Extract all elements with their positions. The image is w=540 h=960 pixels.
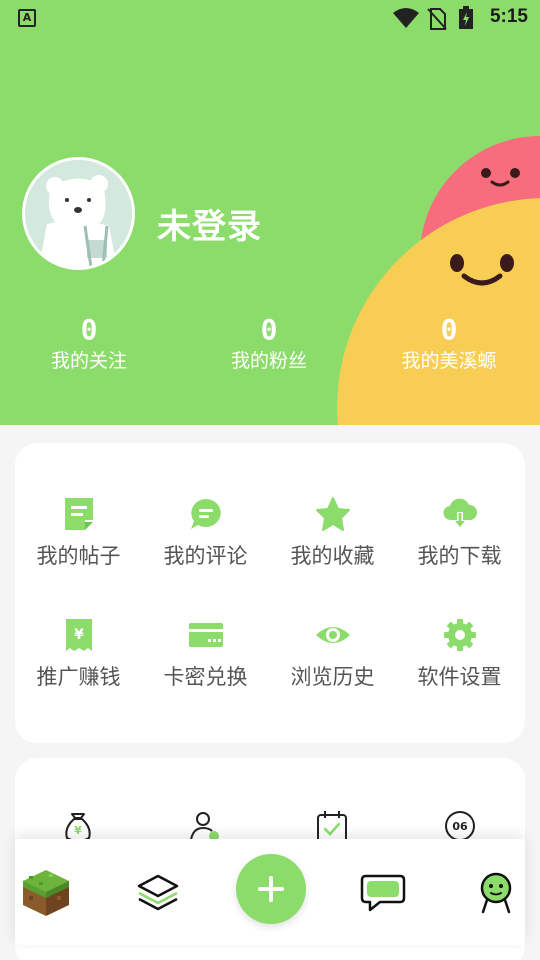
menu-item-label: 我的帖子 [36,544,121,568]
app-notification-icon: A [18,9,36,27]
menu-item-label: 卡密兑换 [163,665,248,689]
menu-item-label: 我的评论 [163,544,248,568]
stat-value: 0 [260,313,278,346]
wifi-icon [393,8,419,28]
stat-label: 我的粉丝 [230,350,307,372]
layers-icon[interactable] [131,866,185,920]
comment-icon [190,499,221,529]
cloud-download-icon [442,498,477,528]
menu-item-app-settings[interactable]: 软件设置 [396,617,523,691]
menu-item-label: 我的下载 [417,544,502,568]
menu-item-my-favorites[interactable]: 我的收藏 [269,496,396,570]
username-login-prompt[interactable]: 未登录 [157,199,262,248]
svg-text:¥: ¥ [74,824,82,837]
stat-label: 我的关注 [50,350,127,372]
menu-item-promote-earn[interactable]: ¥ 推广赚钱 [15,617,142,691]
chat-icon[interactable] [356,866,410,920]
grass-block-icon[interactable] [19,866,73,920]
create-post-button[interactable] [236,854,306,924]
stat-value: 0 [440,313,458,346]
menu-item-my-posts[interactable]: 我的帖子 [15,496,142,570]
menu-item-label: 浏览历史 [290,665,375,689]
card-icon [188,623,223,647]
clock: 5:15 [489,6,528,27]
stat-value: 0 [80,313,98,346]
stat-followers[interactable]: 0 我的粉丝 [189,313,349,376]
menu-item-my-comments[interactable]: 我的评论 [142,496,269,570]
bottom-nav [15,839,525,945]
menu-item-my-downloads[interactable]: 我的下载 [396,496,523,570]
battery-charging-icon [459,6,473,29]
stat-following[interactable]: 0 我的关注 [9,313,169,376]
note-icon [64,498,93,530]
eye-icon [315,627,350,643]
menu-card: 我的帖子 我的评论 我的收藏 我的下载 ¥ 推广赚钱 卡密兑换 浏览历史 软件设… [15,443,525,743]
bear-avatar-icon [25,160,132,267]
menu-item-label: 推广赚钱 [36,665,121,689]
yuan-receipt-icon: ¥ [65,619,92,651]
profile-header: A 5:15 未登录 0 我的关注 0 我的粉丝 0 我的美溪螈 [0,0,540,425]
gear-icon [443,619,476,651]
no-sim-icon [427,8,447,30]
menu-item-card-redeem[interactable]: 卡密兑换 [142,617,269,691]
menu-item-label: 软件设置 [417,665,502,689]
svg-text:¥: ¥ [74,627,84,643]
status-bar: A 5:15 [0,0,540,36]
badge-text: 06 [452,820,468,833]
avatar[interactable] [22,157,135,270]
yellow-character-blob [337,198,540,425]
star-icon [315,497,350,531]
profile-icon[interactable] [469,866,523,920]
menu-item-label: 我的收藏 [290,544,375,568]
plus-icon [258,876,284,902]
stat-label: 我的美溪螈 [401,350,497,372]
stat-coins[interactable]: 0 我的美溪螈 [369,313,529,376]
menu-item-browse-history[interactable]: 浏览历史 [269,617,396,691]
